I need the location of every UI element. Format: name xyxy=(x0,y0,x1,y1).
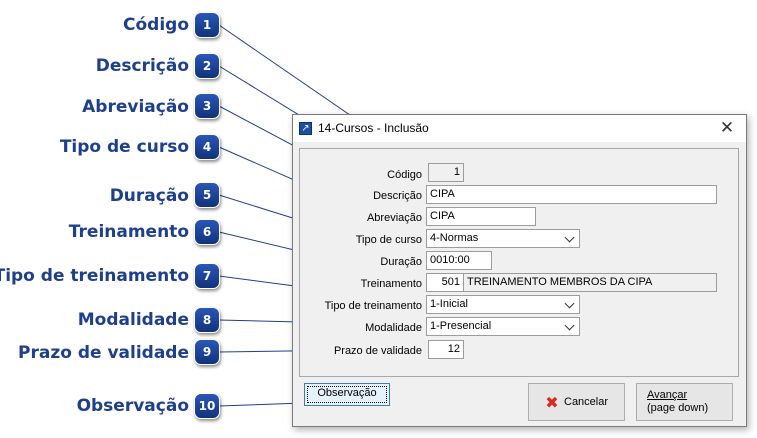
callout-badge-9: 9 xyxy=(194,339,220,365)
codigo-label: Código xyxy=(387,169,422,181)
next-page-button[interactable]: Avançar (page down) xyxy=(636,383,733,421)
tipo-treinamento-value: 1-Inicial xyxy=(430,298,468,310)
tipo-treinamento-select[interactable]: 1-Inicial xyxy=(426,295,580,314)
chevron-down-icon xyxy=(564,298,575,309)
callout-badge-4: 4 xyxy=(194,134,220,160)
chevron-down-icon xyxy=(564,232,575,243)
callout-badge-10: 10 xyxy=(194,393,220,419)
codigo-field[interactable]: 1 xyxy=(428,163,464,182)
callout-label-duracao: Duração xyxy=(109,186,189,206)
cursos-inclusao-dialog: ↗ 14-Cursos - Inclusão ✕ Código 1 Descri… xyxy=(292,114,747,427)
callout-label-descricao: Descrição xyxy=(95,56,189,76)
treinamento-label: Treinamento xyxy=(360,278,422,290)
observacao-button-label: Observação xyxy=(317,387,377,399)
descricao-field[interactable]: CIPA xyxy=(426,185,717,204)
observacao-button[interactable]: Observação xyxy=(304,383,390,406)
abreviacao-label: Abreviação xyxy=(366,212,422,224)
treinamento-code-field[interactable]: 501 xyxy=(426,273,464,292)
duracao-label: Duração xyxy=(380,256,422,268)
next-button-label-line2: (page down) xyxy=(647,402,709,414)
callout-label-observacao: Observação xyxy=(76,396,189,416)
app-icon: ↗ xyxy=(299,122,312,135)
chevron-down-icon xyxy=(564,320,575,331)
callout-badge-8: 8 xyxy=(194,307,220,333)
callout-badge-2: 2 xyxy=(194,53,220,79)
descricao-label: Descrição xyxy=(373,190,422,202)
dialog-titlebar: ↗ 14-Cursos - Inclusão ✕ xyxy=(293,115,746,142)
modalidade-value: 1-Presencial xyxy=(430,320,492,332)
callout-label-codigo: Código xyxy=(123,15,189,35)
callout-badge-5: 5 xyxy=(194,182,220,208)
tipo-treinamento-label: Tipo de treinamento xyxy=(324,300,422,312)
callout-badge-6: 6 xyxy=(194,219,220,245)
callout-label-prazo-validade: Prazo de validade xyxy=(18,343,189,363)
tipo-curso-value: 4-Normas xyxy=(430,232,479,244)
abreviacao-field[interactable]: CIPA xyxy=(426,207,536,226)
dialog-title: 14-Cursos - Inclusão xyxy=(318,121,429,135)
callout-label-modalidade: Modalidade xyxy=(77,310,189,330)
callout-label-tipo-treinamento: Tipo de treinamento xyxy=(0,266,189,286)
tipo-curso-select[interactable]: 4-Normas xyxy=(426,229,580,248)
treinamento-name-field: TREINAMENTO MEMBROS DA CIPA xyxy=(463,273,717,292)
callout-label-abreviacao: Abreviação xyxy=(82,97,189,117)
cancel-x-icon: ✖ xyxy=(545,393,559,412)
close-icon[interactable]: ✕ xyxy=(716,117,738,139)
callout-label-tipo-curso: Tipo de curso xyxy=(59,137,189,157)
duracao-field[interactable]: 0010:00 xyxy=(426,251,492,270)
callout-badge-7: 7 xyxy=(194,263,220,289)
modalidade-label: Modalidade xyxy=(365,322,422,334)
modalidade-select[interactable]: 1-Presencial xyxy=(426,317,580,336)
cancel-button-label: Cancelar xyxy=(564,396,609,408)
prazo-validade-label: Prazo de validade xyxy=(333,345,422,357)
callout-badge-1: 1 xyxy=(194,12,220,38)
callout-label-treinamento: Treinamento xyxy=(68,222,189,242)
prazo-validade-field[interactable]: 12 xyxy=(428,340,464,359)
cancel-button[interactable]: ✖ Cancelar xyxy=(528,383,625,421)
tipo-curso-label: Tipo de curso xyxy=(355,234,422,246)
next-button-label-line1: Avançar xyxy=(647,389,688,401)
callout-badge-3: 3 xyxy=(194,93,220,119)
